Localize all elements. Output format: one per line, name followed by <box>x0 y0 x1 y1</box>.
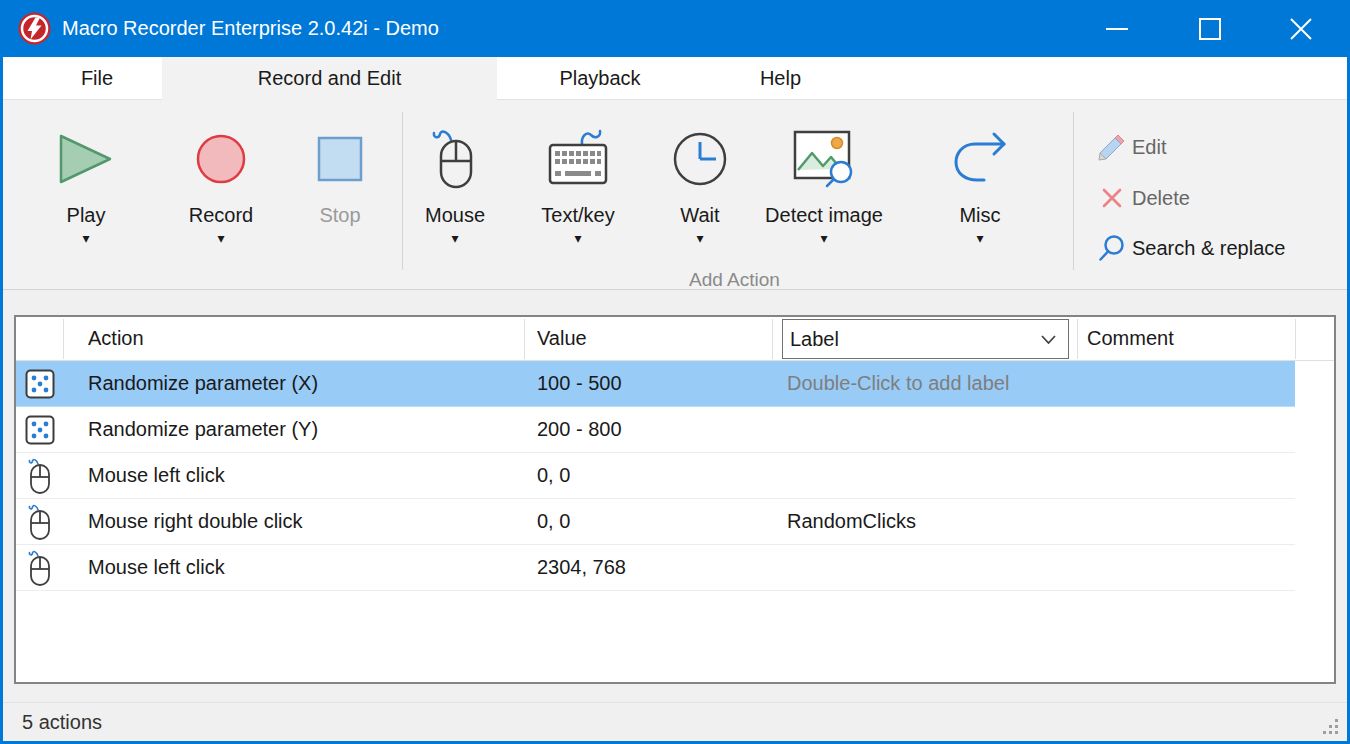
row-action: Randomize parameter (X) <box>88 361 518 406</box>
action-row[interactable]: Randomize parameter (Y) 200 - 800 <box>16 407 1295 453</box>
stop-button[interactable]: Stop <box>290 100 390 265</box>
record-button[interactable]: Record ▾ <box>168 100 274 265</box>
status-action-count: 5 actions <box>22 703 102 741</box>
action-row[interactable]: Mouse left click 2304, 768 <box>16 545 1295 591</box>
wait-button[interactable]: Wait ▾ <box>650 100 750 265</box>
search-replace-button[interactable]: Search & replace <box>1097 233 1347 263</box>
tab-playback[interactable]: Playback <box>497 57 703 100</box>
action-row[interactable]: Mouse right double click 0, 0 RandomClic… <box>16 499 1295 545</box>
misc-dropdown-arrow[interactable]: ▾ <box>930 230 1030 248</box>
stop-icon <box>290 126 390 192</box>
row-comment <box>1087 453 1292 498</box>
misc-arrow-icon <box>930 126 1030 192</box>
row-label[interactable]: Double-Click to add label <box>787 361 1087 406</box>
row-value: 100 - 500 <box>537 361 767 406</box>
misc-button[interactable]: Misc ▾ <box>930 100 1030 265</box>
tab-help[interactable]: Help <box>703 57 858 100</box>
ribbon-divider <box>1073 112 1074 270</box>
action-rows: Randomize parameter (X) 100 - 500 Double… <box>16 361 1334 591</box>
detect-image-button[interactable]: Detect image ▾ <box>744 100 904 265</box>
app-window: Macro Recorder Enterprise 2.0.42i - Demo… <box>0 0 1350 744</box>
menu-tab-strip: File Record and Edit Playback Help <box>3 57 1347 100</box>
add-action-group-label: Add Action <box>399 269 1070 291</box>
minimize-button[interactable] <box>1086 0 1148 57</box>
row-label[interactable] <box>787 545 1087 590</box>
tab-record-and-edit[interactable]: Record and Edit <box>162 57 497 101</box>
play-icon <box>33 126 139 192</box>
window-title: Macro Recorder Enterprise 2.0.42i - Demo <box>62 0 439 57</box>
record-dropdown-arrow[interactable]: ▾ <box>168 230 274 248</box>
header-separator <box>524 319 525 359</box>
row-action: Mouse left click <box>88 453 518 498</box>
record-icon <box>168 126 274 192</box>
action-list: Action Value Comment Label Randomize par… <box>14 315 1336 684</box>
action-row[interactable]: Randomize parameter (X) 100 - 500 Double… <box>16 361 1295 407</box>
textkey-button[interactable]: Text/key ▾ <box>523 100 633 265</box>
row-comment <box>1087 407 1292 452</box>
mouse-dropdown-arrow[interactable]: ▾ <box>405 230 505 248</box>
detect-image-icon <box>744 126 904 192</box>
play-dropdown-arrow[interactable]: ▾ <box>33 230 139 248</box>
row-value: 0, 0 <box>537 453 767 498</box>
row-action: Mouse right double click <box>88 499 518 544</box>
wait-dropdown-arrow[interactable]: ▾ <box>650 230 750 248</box>
dice-icon <box>16 407 64 453</box>
row-label[interactable] <box>787 407 1087 452</box>
dice-icon <box>16 361 64 407</box>
row-value: 2304, 768 <box>537 545 767 590</box>
header-separator <box>1077 319 1078 359</box>
action-row[interactable]: Mouse left click 0, 0 <box>16 453 1295 499</box>
mouse-icon <box>16 499 64 545</box>
mouse-icon <box>16 453 64 499</box>
window-border <box>0 0 3 744</box>
clock-icon <box>650 126 750 192</box>
delete-button[interactable]: Delete <box>1097 183 1347 213</box>
column-header-action[interactable]: Action <box>88 317 488 360</box>
row-action: Mouse left click <box>88 545 518 590</box>
header-separator <box>772 319 773 359</box>
mouse-icon <box>405 126 505 192</box>
delete-x-icon <box>1097 183 1127 213</box>
tab-file[interactable]: File <box>27 57 167 100</box>
ribbon-toolbar: Play ▾ Record ▾ Stop <box>3 100 1347 290</box>
row-comment <box>1087 545 1292 590</box>
mouse-icon <box>16 545 64 591</box>
mouse-button[interactable]: Mouse ▾ <box>405 100 505 265</box>
play-button[interactable]: Play ▾ <box>33 100 139 265</box>
action-list-header: Action Value Comment Label <box>16 317 1334 361</box>
column-header-comment[interactable]: Comment <box>1087 317 1287 360</box>
header-separator <box>1295 319 1296 359</box>
app-logo-icon <box>18 12 51 45</box>
ribbon-divider <box>402 112 403 270</box>
row-label[interactable]: RandomClicks <box>787 499 1087 544</box>
close-button[interactable] <box>1270 0 1332 57</box>
keyboard-icon <box>523 126 633 192</box>
detect-image-dropdown-arrow[interactable]: ▾ <box>744 230 904 248</box>
label-filter-combobox[interactable]: Label <box>782 319 1069 359</box>
row-comment <box>1087 361 1292 406</box>
maximize-button[interactable] <box>1179 0 1241 57</box>
row-value: 200 - 800 <box>537 407 767 452</box>
row-value: 0, 0 <box>537 499 767 544</box>
header-separator <box>63 319 64 359</box>
row-comment <box>1087 499 1292 544</box>
textkey-dropdown-arrow[interactable]: ▾ <box>523 230 633 248</box>
column-header-value[interactable]: Value <box>537 317 757 360</box>
chevron-down-icon <box>1041 335 1056 344</box>
label-filter-value: Label <box>790 328 839 350</box>
edit-pencil-icon <box>1097 132 1127 162</box>
resize-grip[interactable] <box>1323 719 1339 735</box>
edit-button[interactable]: Edit <box>1097 132 1347 162</box>
status-bar: 5 actions <box>3 702 1347 741</box>
row-action: Randomize parameter (Y) <box>88 407 518 452</box>
title-bar: Macro Recorder Enterprise 2.0.42i - Demo <box>0 0 1350 57</box>
search-icon <box>1097 233 1127 263</box>
row-label[interactable] <box>787 453 1087 498</box>
